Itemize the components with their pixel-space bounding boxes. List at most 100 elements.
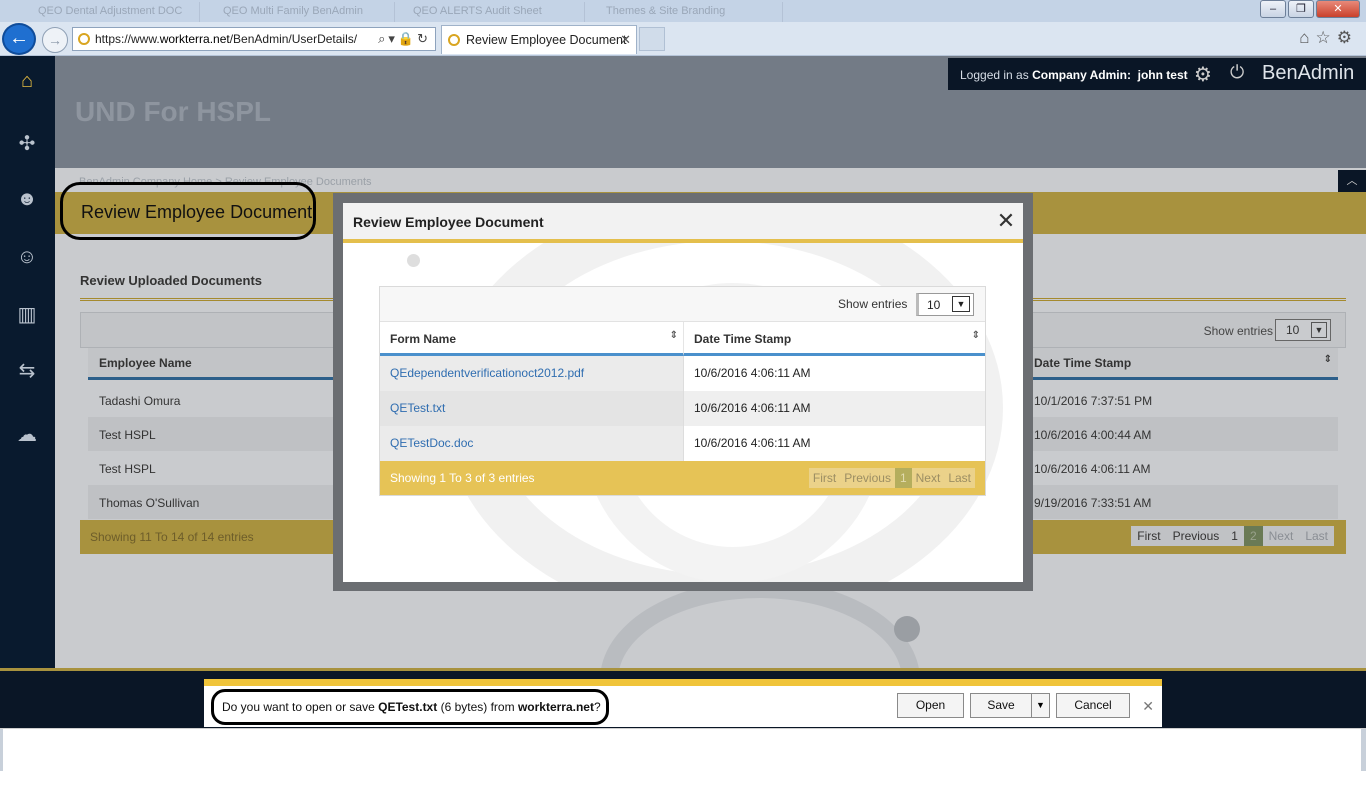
active-tab-label: Review Employee Document: [466, 33, 627, 47]
user-star-icon[interactable]: ☻: [10, 184, 44, 214]
browser-toolbar-icons: ⌂☆⚙: [1299, 28, 1358, 48]
transfer-icon[interactable]: ⇆: [10, 356, 44, 386]
form-link[interactable]: QETest.txt: [380, 391, 683, 426]
pager-next[interactable]: Next: [911, 468, 945, 488]
show-entries-value: 10: [1286, 323, 1300, 337]
user-icon[interactable]: ☺: [10, 242, 44, 272]
puzzle-icon[interactable]: ✣: [10, 129, 44, 159]
pager-first[interactable]: First: [1131, 526, 1167, 546]
employee-name: Test HSPL: [99, 462, 156, 476]
collapse-chevron-icon[interactable]: ︿: [1338, 170, 1366, 192]
employee-name: Tadashi Omura: [99, 394, 181, 408]
column-form-name[interactable]: Form Name ⇕: [380, 322, 683, 356]
home-icon[interactable]: ⌂: [10, 66, 44, 96]
row-timestamp: 10/1/2016 7:37:51 PM: [1034, 394, 1153, 408]
entries-info: Showing 1 To 3 of 3 entries: [390, 471, 535, 485]
chevron-down-icon: ▼: [952, 296, 970, 312]
login-user: john test: [1137, 68, 1188, 82]
download-message: Do you want to open or save QETest.txt (…: [211, 689, 609, 725]
row-timestamp: 10/6/2016 4:06:11 AM: [1034, 462, 1151, 476]
close-window-button[interactable]: ✕: [1316, 0, 1360, 18]
browser-nav-bar: ← → https://www.workterra.net/BenAdmin/U…: [0, 22, 1366, 56]
user-topbar: Logged in as Company Admin: john test ⚙ …: [948, 58, 1366, 90]
employee-name: Thomas O'Sullivan: [99, 496, 200, 510]
download-filename: QETest.txt: [378, 700, 438, 714]
app-header: UND For HSPL Logged in as Company Admin:…: [55, 56, 1366, 168]
download-suffix: ?: [593, 700, 601, 714]
save-options-chevron-down-icon[interactable]: ▼: [1031, 693, 1050, 718]
browser-status-area: [0, 728, 1366, 812]
restore-button[interactable]: ❐: [1288, 0, 1314, 18]
form-table-header: Form Name ⇕ Date Time Stamp ⇕: [380, 321, 985, 356]
entries-info: Showing 11 To 14 of 14 entries: [90, 530, 254, 544]
pager-last[interactable]: Last: [944, 468, 975, 488]
new-tab-button[interactable]: [639, 27, 665, 51]
back-arrow-icon[interactable]: ←: [2, 23, 36, 55]
row-timestamp: 10/6/2016 4:06:11 AM: [683, 356, 985, 391]
column-date-time-stamp[interactable]: Date Time Stamp: [1034, 356, 1131, 370]
table-row: QETest.txt 10/6/2016 4:06:11 AM: [380, 391, 985, 426]
settings-gear-icon[interactable]: ⚙: [1194, 62, 1212, 87]
power-icon[interactable]: ⏻: [1230, 62, 1244, 83]
pager-next[interactable]: Next: [1262, 526, 1300, 546]
pager-first[interactable]: First: [808, 468, 841, 488]
form-table-footer: Showing 1 To 3 of 3 entries First Previo…: [380, 461, 985, 495]
background-tab[interactable]: Themes & Site Branding: [598, 2, 783, 22]
login-info: Logged in as Company Admin: john test: [960, 68, 1188, 82]
show-entries-select[interactable]: 10 ▼: [1275, 319, 1331, 341]
pager-page-2[interactable]: 2: [1243, 526, 1263, 546]
column-date-time-stamp[interactable]: Date Time Stamp ⇕: [683, 322, 985, 356]
pager-page-1[interactable]: 1: [894, 468, 912, 488]
modal-title: Review Employee Document: [353, 214, 544, 230]
background-tab[interactable]: QEO Multi Family BenAdmin: [215, 2, 395, 22]
pager-previous[interactable]: Previous: [840, 468, 895, 488]
minimize-button[interactable]: –: [1260, 0, 1286, 18]
modal-decoration-dot: [407, 254, 420, 267]
review-document-modal: Review Employee Document ✕ Show entries …: [343, 203, 1023, 582]
close-tab-icon[interactable]: ✕: [620, 32, 631, 48]
show-entries-value: 10: [927, 298, 941, 312]
address-bar[interactable]: https://www.workterra.net/BenAdmin/UserD…: [72, 27, 436, 51]
sort-icon[interactable]: ⇕: [1324, 354, 1332, 365]
background-tab[interactable]: QEO ALERTS Audit Sheet: [405, 2, 585, 22]
row-timestamp: 9/19/2016 7:33:51 AM: [1034, 496, 1152, 510]
pagination: First Previous 1 2 Next Last: [1131, 526, 1334, 546]
url-host: workterra.net: [159, 32, 230, 46]
row-timestamp: 10/6/2016 4:06:11 AM: [683, 391, 985, 426]
pagination: First Previous 1 Next Last: [808, 468, 975, 488]
form-link[interactable]: QEdependentverificationoct2012.pdf: [380, 356, 683, 391]
open-button[interactable]: Open: [897, 693, 964, 718]
site-favicon-icon: [78, 33, 90, 45]
column-employee-name[interactable]: Employee Name: [99, 356, 192, 370]
background-tab[interactable]: QEO Dental Adjustment DOC: [30, 2, 200, 22]
download-host: workterra.net: [517, 700, 594, 714]
pager-last[interactable]: Last: [1299, 526, 1334, 546]
modal-header: Review Employee Document ✕: [343, 203, 1023, 243]
download-size: (6 bytes) from: [440, 700, 515, 714]
forward-arrow-icon[interactable]: →: [42, 27, 68, 53]
table-row: QETestDoc.doc 10/6/2016 4:06:11 AM: [380, 426, 985, 461]
login-prefix: Logged in as: [960, 68, 1029, 82]
save-button[interactable]: Save: [970, 693, 1032, 718]
window-controls: – ❐ ✕: [1260, 0, 1360, 18]
window-edge: [0, 729, 3, 771]
address-bar-icons[interactable]: ⌕▾🔒↻: [378, 31, 431, 47]
pager-previous[interactable]: Previous: [1166, 526, 1226, 546]
close-icon[interactable]: ✕: [1142, 698, 1154, 715]
cancel-button[interactable]: Cancel: [1056, 693, 1130, 718]
chat-icon[interactable]: ☁: [10, 420, 44, 450]
app-sidebar: ⌂ ✣ ☻ ☺ ▥ ⇆ ☁: [0, 56, 55, 668]
home-icon[interactable]: ⌂: [1299, 28, 1315, 47]
page-title: Review Employee Document: [60, 182, 316, 240]
sort-icon[interactable]: ⇕: [972, 330, 980, 341]
active-tab[interactable]: Review Employee Document ✕: [441, 25, 637, 54]
favorites-star-icon[interactable]: ☆: [1316, 28, 1337, 47]
sort-icon[interactable]: ⇕: [670, 330, 678, 341]
pager-page-1[interactable]: 1: [1225, 526, 1244, 546]
bar-chart-icon[interactable]: ▥: [10, 300, 44, 330]
tools-gear-icon[interactable]: ⚙: [1337, 28, 1358, 47]
close-icon[interactable]: ✕: [994, 209, 1018, 233]
brand-name: BenAdmin: [1262, 62, 1355, 84]
show-entries-select[interactable]: 10 ▼: [916, 293, 974, 316]
form-link[interactable]: QETestDoc.doc: [380, 426, 683, 461]
